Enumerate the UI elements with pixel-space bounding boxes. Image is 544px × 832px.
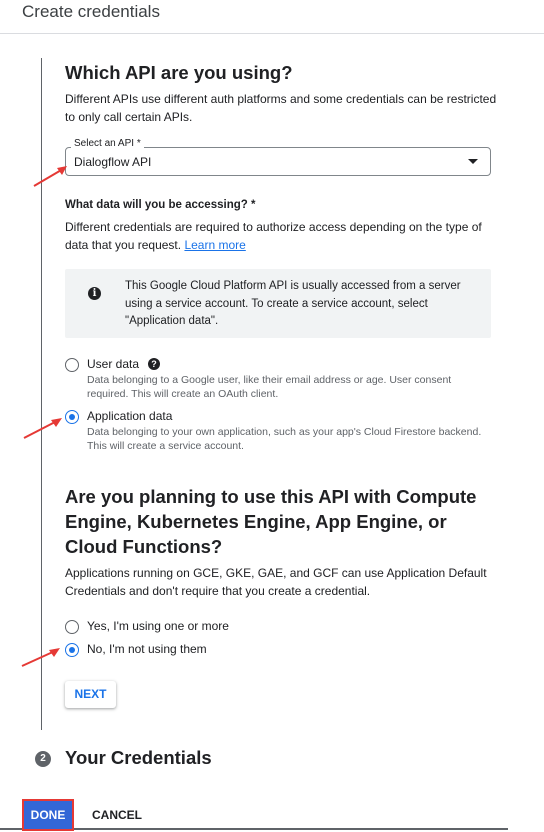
api-select-value: Dialogflow API bbox=[74, 155, 152, 169]
dialog-header: Create credentials bbox=[0, 0, 544, 34]
radio-not-using[interactable] bbox=[65, 643, 79, 657]
radio-user-data[interactable] bbox=[65, 358, 79, 372]
dialog-title: Create credentials bbox=[22, 2, 160, 21]
radio-not-using-label[interactable]: No, I'm not using them bbox=[87, 642, 207, 656]
api-description: Different APIs use different auth platfo… bbox=[65, 92, 497, 124]
info-box: i This Google Cloud Platform API is usua… bbox=[65, 269, 491, 338]
api-select[interactable]: Dialogflow API bbox=[65, 147, 491, 176]
stepper-line bbox=[41, 58, 42, 730]
step-title: Your Credentials bbox=[65, 747, 212, 768]
cancel-button[interactable]: CANCEL bbox=[88, 803, 146, 827]
api-heading: Which API are you using? bbox=[65, 62, 293, 83]
radio-yes-using[interactable] bbox=[65, 620, 79, 634]
done-button[interactable]: DONE bbox=[22, 799, 74, 831]
radio-application-data[interactable] bbox=[65, 410, 79, 424]
api-select-label: Select an API * bbox=[71, 138, 144, 149]
dropdown-caret-icon bbox=[468, 159, 478, 164]
help-icon[interactable]: ? bbox=[148, 358, 160, 370]
next-button[interactable]: NEXT bbox=[65, 681, 116, 708]
footer-divider bbox=[0, 828, 508, 830]
annotation-arrow-icon bbox=[23, 418, 62, 439]
annotation-arrow-icon bbox=[21, 648, 60, 667]
radio-application-data-label[interactable]: Application data bbox=[87, 409, 172, 423]
data-access-description: Different credentials are required to au… bbox=[65, 219, 505, 254]
info-icon: i bbox=[88, 287, 101, 300]
compute-description: Applications running on GCE, GKE, GAE, a… bbox=[65, 566, 487, 598]
annotation-arrow-icon bbox=[33, 166, 67, 187]
learn-more-link[interactable]: Learn more bbox=[184, 238, 245, 252]
radio-yes-using-label[interactable]: Yes, I'm using one or more bbox=[87, 619, 229, 633]
radio-user-data-description: Data belonging to a Google user, like th… bbox=[87, 374, 452, 400]
data-access-description-text: Different credentials are required to au… bbox=[65, 220, 482, 252]
step-number-badge: 2 bbox=[35, 751, 51, 767]
data-access-label: What data will you be accessing? * bbox=[65, 199, 256, 211]
radio-user-data-label[interactable]: User data bbox=[87, 357, 139, 371]
radio-application-data-description: Data belonging to your own application, … bbox=[87, 426, 482, 452]
compute-heading: Are you planning to use this API with Co… bbox=[65, 486, 477, 557]
info-text: This Google Cloud Platform API is usuall… bbox=[125, 280, 461, 327]
